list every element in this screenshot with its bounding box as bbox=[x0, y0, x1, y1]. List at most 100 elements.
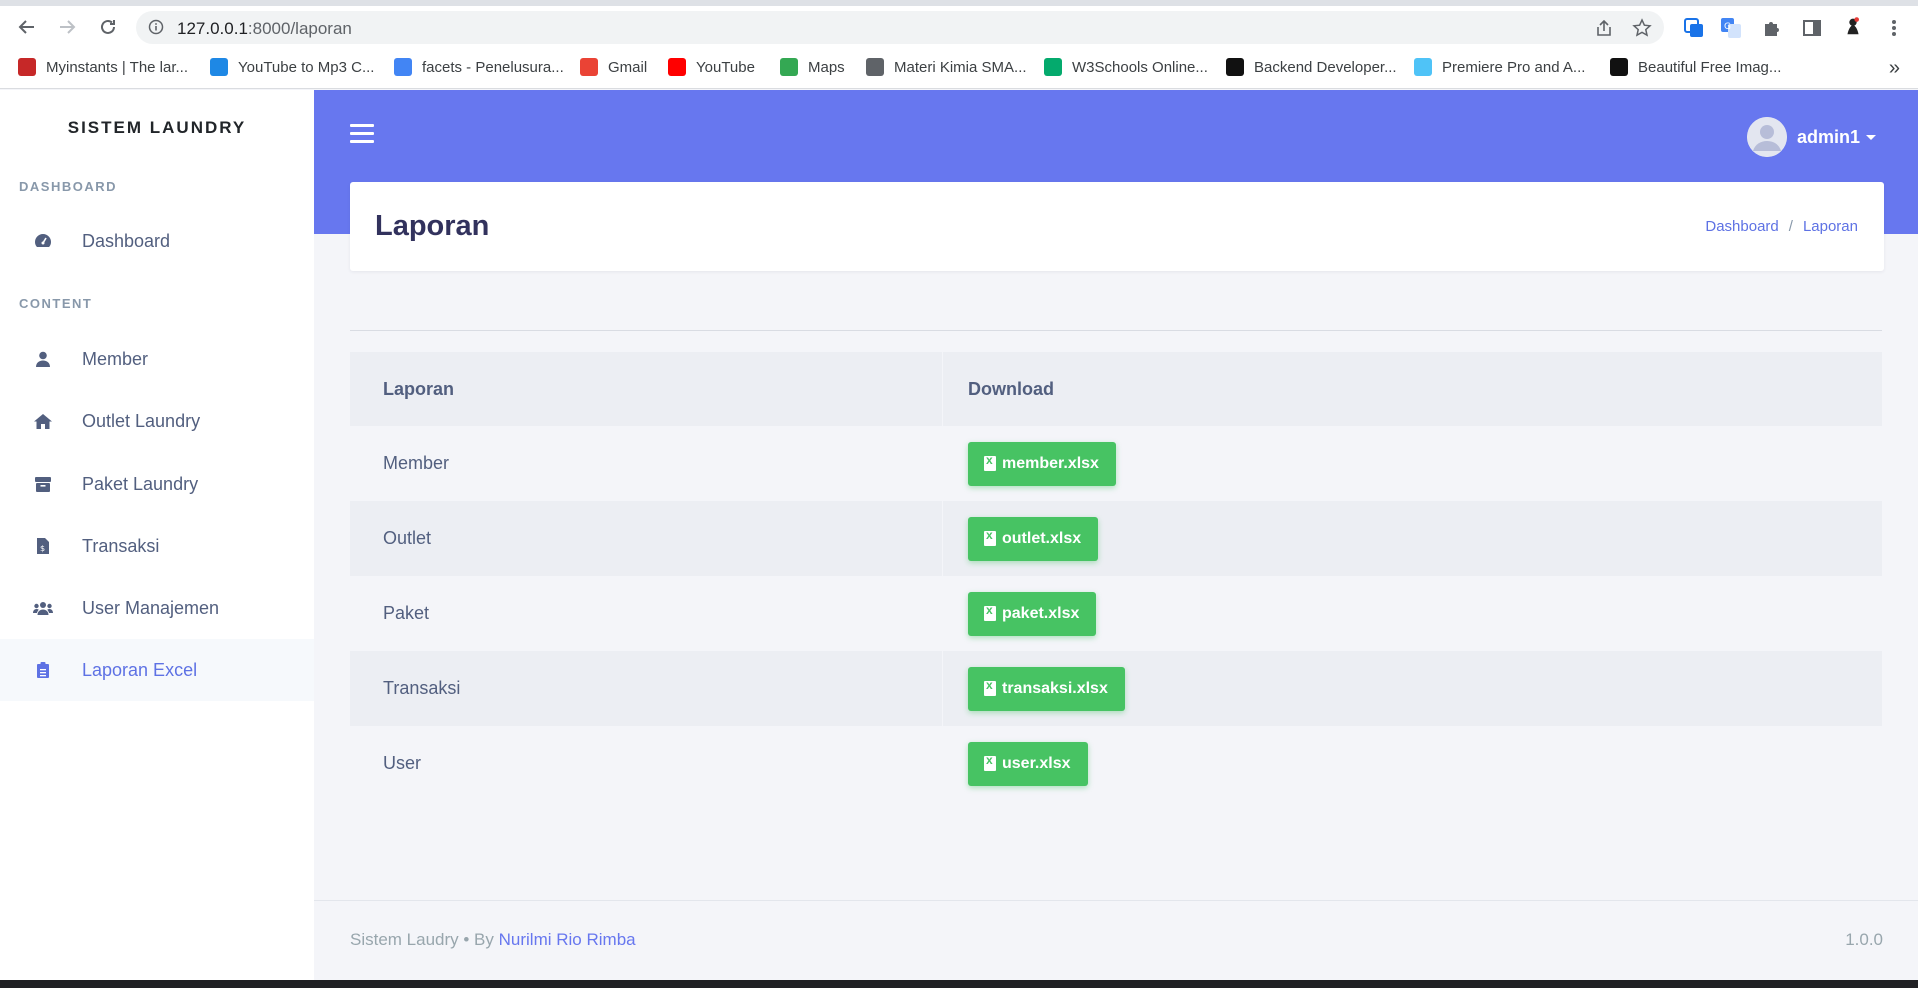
breadcrumb: Dashboard / Laporan bbox=[1705, 218, 1858, 235]
avatar-user-icon bbox=[1746, 117, 1787, 157]
download-button-label: member.xlsx bbox=[1002, 454, 1099, 472]
bookmark-item[interactable]: Premiere Pro and A... bbox=[1414, 58, 1585, 76]
arrow-right-icon bbox=[60, 20, 76, 34]
report-name: Member bbox=[350, 426, 943, 501]
bookmark-favicon-icon bbox=[1226, 58, 1244, 76]
download-button-label: paket.xlsx bbox=[1002, 604, 1080, 622]
bookmark-label: facets - Penelusura... bbox=[422, 58, 564, 76]
bookmark-favicon-icon bbox=[1610, 58, 1628, 76]
sidebar-item-dashboard[interactable]: Dashboard bbox=[0, 210, 314, 272]
bookmark-item[interactable]: W3Schools Online... bbox=[1044, 58, 1208, 76]
table-row: Transaksi transaksi.xlsx bbox=[350, 651, 1882, 726]
download-outlet-button[interactable]: outlet.xlsx bbox=[968, 516, 1099, 561]
bookmark-favicon-icon bbox=[1044, 58, 1062, 76]
download-paket-button[interactable]: paket.xlsx bbox=[968, 591, 1097, 636]
translate-icon[interactable]: G bbox=[1719, 16, 1743, 40]
caret-down-icon bbox=[1866, 134, 1876, 140]
sidebar: SISTEM LAUNDRY DASHBOARD Dashboard CONTE… bbox=[0, 90, 314, 980]
address-bar[interactable]: 127.0.0.1:8000/laporan bbox=[136, 11, 1664, 44]
breadcrumb-current[interactable]: Laporan bbox=[1803, 218, 1858, 235]
url-text: 127.0.0.1:8000/laporan bbox=[177, 19, 352, 39]
share-icon[interactable] bbox=[1594, 18, 1614, 43]
breadcrumb-dashboard-link[interactable]: Dashboard bbox=[1705, 218, 1778, 235]
column-header-laporan: Laporan bbox=[350, 352, 943, 426]
table-header-row: Laporan Download bbox=[350, 352, 1882, 426]
footer: Sistem Laudry • By Nurilmi Rio Rimba 1.0… bbox=[314, 900, 1918, 980]
file-excel-icon bbox=[984, 753, 996, 771]
report-name: User bbox=[350, 726, 943, 801]
bookmark-item[interactable]: Backend Developer... bbox=[1226, 58, 1397, 76]
bookmark-label: Backend Developer... bbox=[1254, 58, 1397, 76]
bookmark-item[interactable]: Maps bbox=[780, 58, 845, 76]
bookmark-label: Myinstants | The lar... bbox=[46, 58, 189, 76]
table-row: Outlet outlet.xlsx bbox=[350, 501, 1882, 576]
extension-screenshot-icon[interactable] bbox=[1682, 16, 1706, 40]
bookmark-favicon-icon bbox=[1414, 58, 1432, 76]
bookmark-label: W3Schools Online... bbox=[1072, 58, 1208, 76]
download-transaksi-button[interactable]: transaksi.xlsx bbox=[968, 666, 1125, 711]
tachometer-icon bbox=[32, 233, 54, 249]
url-path: :8000/laporan bbox=[247, 19, 352, 38]
taskbar-edge bbox=[0, 980, 1918, 988]
bookmark-item[interactable]: YouTube to Mp3 C... bbox=[210, 58, 374, 76]
file-excel-icon bbox=[984, 603, 996, 621]
side-panel-icon[interactable] bbox=[1800, 16, 1824, 40]
users-icon bbox=[32, 601, 54, 615]
bookmark-item[interactable]: Materi Kimia SMA... bbox=[866, 58, 1027, 76]
home-icon bbox=[32, 413, 54, 429]
file-excel-icon bbox=[984, 528, 996, 546]
bookmark-star-icon[interactable] bbox=[1632, 18, 1652, 43]
table-row: User user.xlsx bbox=[350, 726, 1882, 801]
sidebar-brand[interactable]: SISTEM LAUNDRY bbox=[0, 118, 314, 138]
download-user-button[interactable]: user.xlsx bbox=[968, 741, 1088, 786]
bookmark-label: Maps bbox=[808, 58, 845, 76]
sidebar-item-outlet-laundry[interactable]: Outlet Laundry bbox=[0, 390, 314, 452]
section-divider bbox=[350, 330, 1882, 331]
bookmark-label: YouTube bbox=[696, 58, 755, 76]
bookmarks-bar: Myinstants | The lar... YouTube to Mp3 C.… bbox=[0, 49, 1918, 89]
clipboard-icon bbox=[32, 662, 54, 678]
puzzle-icon[interactable] bbox=[1760, 16, 1784, 40]
bookmark-favicon-icon bbox=[18, 58, 36, 76]
bookmark-item[interactable]: Myinstants | The lar... bbox=[18, 58, 188, 76]
browser-menu-icon[interactable] bbox=[1882, 16, 1906, 40]
page-title: Laporan bbox=[375, 210, 490, 242]
column-header-download: Download bbox=[968, 378, 1054, 399]
user-name: admin1 bbox=[1796, 126, 1860, 147]
user-dropdown[interactable]: admin1 bbox=[1746, 117, 1876, 157]
reload-button[interactable] bbox=[93, 12, 123, 42]
sidebar-item-laporan-excel[interactable]: Laporan Excel bbox=[0, 639, 314, 701]
sidebar-item-paket-laundry[interactable]: Paket Laundry bbox=[0, 453, 314, 515]
breadcrumb-separator: / bbox=[1788, 218, 1793, 235]
bookmark-label: Materi Kimia SMA... bbox=[894, 58, 1027, 76]
bookmark-label: YouTube to Mp3 C... bbox=[238, 58, 375, 76]
download-button-label: user.xlsx bbox=[1002, 754, 1071, 772]
report-name: Outlet bbox=[350, 501, 943, 576]
sidebar-heading-content: CONTENT bbox=[19, 296, 93, 311]
bookmark-item[interactable]: facets - Penelusura... bbox=[394, 58, 564, 76]
report-name: Paket bbox=[350, 576, 943, 651]
bookmark-item[interactable]: Gmail bbox=[580, 58, 647, 76]
footer-author-link[interactable]: Nurilmi Rio Rimba bbox=[499, 930, 636, 949]
bookmark-favicon-icon bbox=[668, 58, 686, 76]
sidebar-item-member[interactable]: Member bbox=[0, 328, 314, 390]
sidebar-item-label: Dashboard bbox=[82, 230, 171, 251]
sidebar-item-label: Member bbox=[82, 348, 149, 369]
profile-icon[interactable] bbox=[1841, 14, 1865, 38]
footer-credit: Sistem Laudry • By Nurilmi Rio Rimba bbox=[350, 930, 636, 950]
back-button[interactable] bbox=[12, 12, 42, 42]
page-title-card: Laporan Dashboard / Laporan bbox=[350, 182, 1884, 271]
download-member-button[interactable]: member.xlsx bbox=[968, 441, 1116, 486]
forward-button[interactable] bbox=[52, 12, 82, 42]
footer-prefix: Sistem Laudry • By bbox=[350, 930, 494, 949]
sidebar-item-user-manajemen[interactable]: User Manajemen bbox=[0, 577, 314, 639]
bookmark-item[interactable]: YouTube bbox=[668, 58, 755, 76]
browser-toolbar: 127.0.0.1:8000/laporan G bbox=[0, 6, 1918, 49]
bookmark-favicon-icon bbox=[580, 58, 598, 76]
bookmarks-more-button[interactable]: » bbox=[1889, 57, 1900, 80]
arrow-left-icon bbox=[18, 20, 34, 34]
bookmark-item[interactable]: Beautiful Free Imag... bbox=[1610, 58, 1781, 76]
site-info-icon[interactable] bbox=[148, 19, 164, 40]
hamburger-menu-icon[interactable] bbox=[350, 124, 374, 144]
sidebar-item-transaksi[interactable]: $ Transaksi bbox=[0, 515, 314, 577]
